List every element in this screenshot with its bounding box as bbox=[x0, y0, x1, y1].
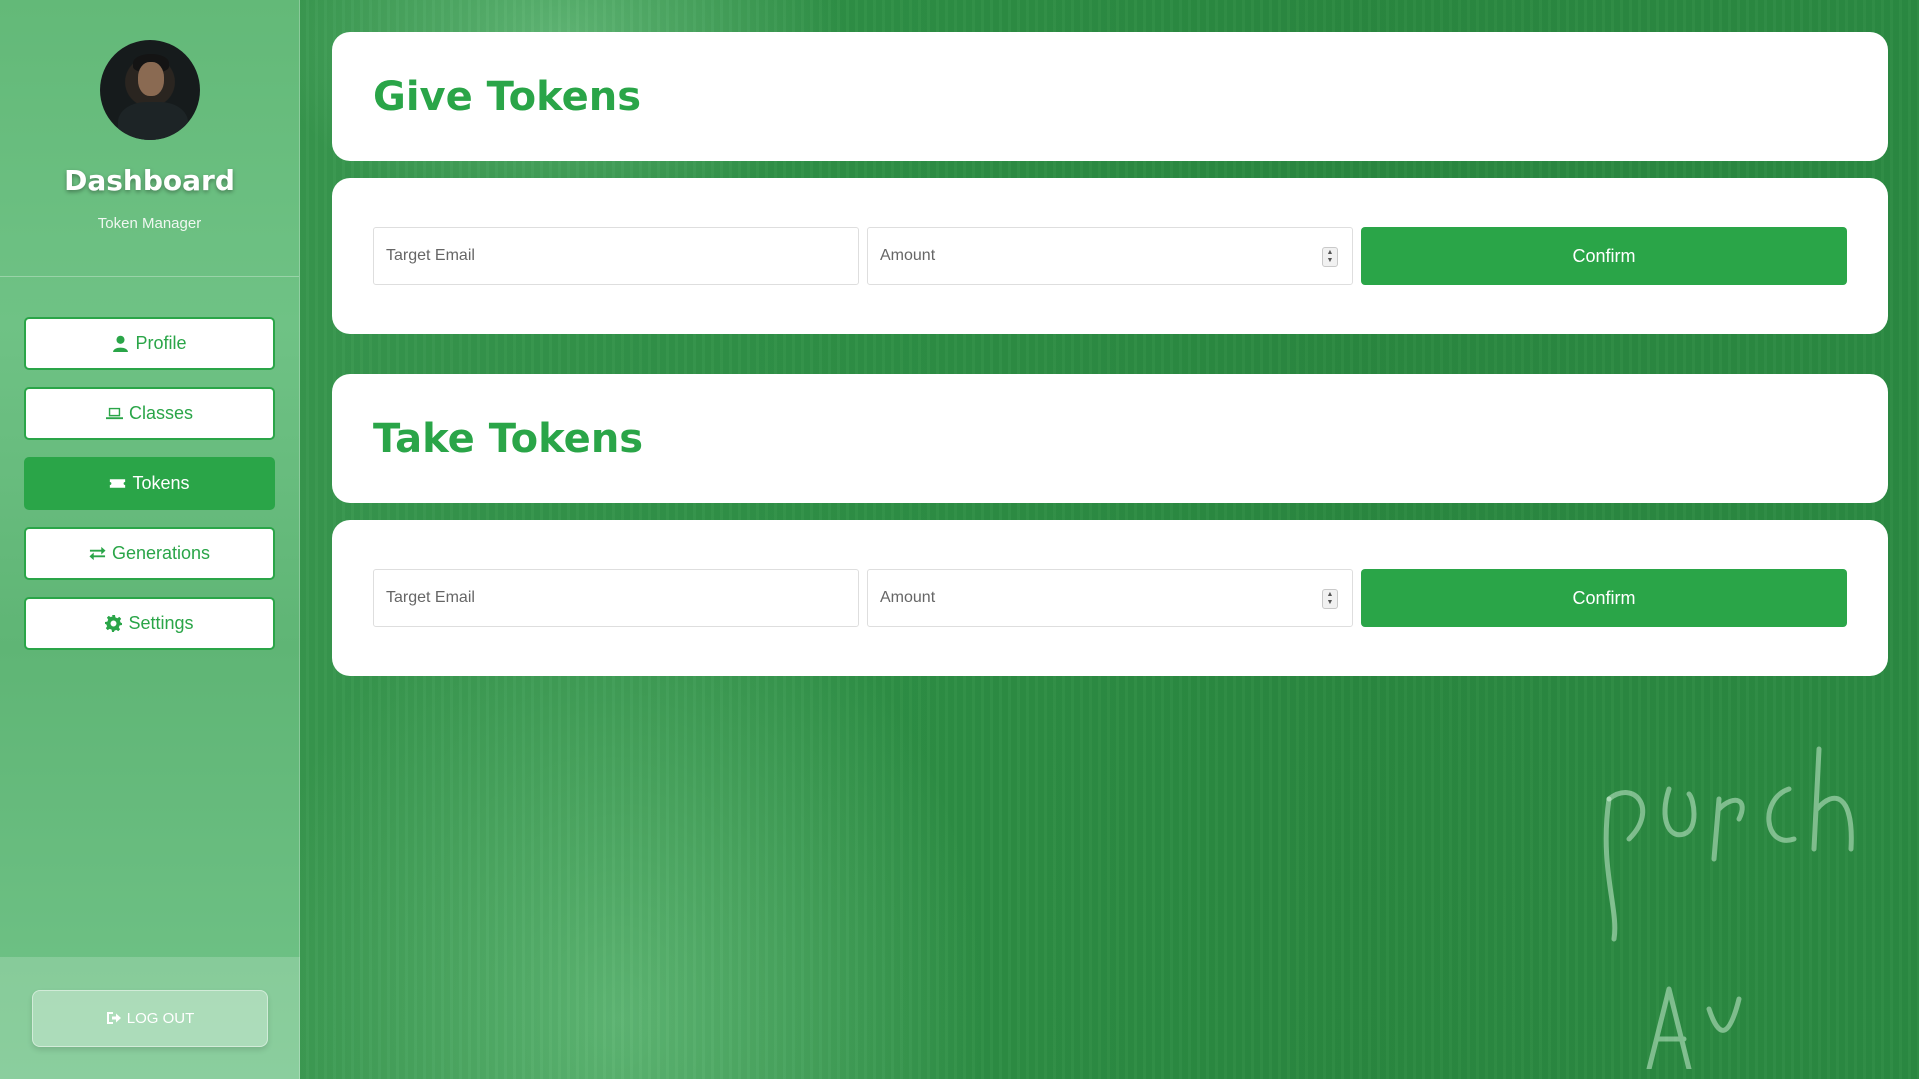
give-tokens-title: Give Tokens bbox=[373, 73, 642, 120]
chevron-down-icon: ▼ bbox=[1326, 257, 1334, 264]
chevron-down-icon: ▼ bbox=[1326, 599, 1334, 606]
give-tokens-form: Target Email Amount ▲ ▼ Confirm bbox=[332, 178, 1888, 334]
chalk-writing-decoration bbox=[1603, 746, 1854, 1069]
sidebar-item-tokens[interactable]: Tokens bbox=[24, 457, 275, 510]
sidebar-subtitle: Token Manager bbox=[97, 215, 202, 232]
exchange-icon bbox=[89, 546, 106, 561]
give-email-input[interactable]: Target Email bbox=[373, 227, 859, 285]
sidebar-nav: Profile Classes Tokens Generations Setti… bbox=[0, 277, 299, 650]
logout-label: LOG OUT bbox=[126, 1009, 195, 1027]
give-amount-input[interactable]: Amount ▲ ▼ bbox=[867, 227, 1353, 285]
sidebar-item-classes[interactable]: Classes bbox=[24, 387, 275, 440]
logout-button[interactable]: LOG OUT bbox=[32, 989, 268, 1047]
sign-out-icon bbox=[106, 1012, 121, 1024]
sidebar-footer: LOG OUT bbox=[0, 957, 300, 1079]
laptop-icon bbox=[105, 407, 123, 420]
sidebar-item-label: Settings bbox=[128, 613, 194, 633]
give-tokens-title-card: Give Tokens bbox=[332, 32, 1888, 161]
give-amount-placeholder: Amount bbox=[880, 247, 936, 264]
sidebar-item-settings[interactable]: Settings bbox=[24, 597, 275, 650]
user-icon bbox=[113, 335, 129, 352]
chevron-up-icon: ▲ bbox=[1326, 249, 1334, 256]
take-tokens-title: Take Tokens bbox=[373, 415, 644, 462]
sidebar-item-label: Classes bbox=[128, 403, 194, 423]
sidebar-item-generations[interactable]: Generations bbox=[24, 527, 275, 580]
chevron-up-icon: ▲ bbox=[1326, 591, 1334, 598]
sidebar-header: Dashboard Token Manager bbox=[0, 0, 299, 277]
take-amount-input[interactable]: Amount ▲ ▼ bbox=[867, 569, 1353, 627]
give-confirm-label: Confirm bbox=[1572, 245, 1636, 266]
take-email-placeholder: Target Email bbox=[386, 589, 475, 606]
sidebar-title: Dashboard bbox=[64, 164, 235, 197]
take-email-input[interactable]: Target Email bbox=[373, 569, 859, 627]
sidebar-item-label: Tokens bbox=[132, 473, 190, 493]
amount-stepper[interactable]: ▲ ▼ bbox=[1322, 589, 1338, 609]
give-email-placeholder: Target Email bbox=[386, 247, 475, 264]
sidebar-item-label: Generations bbox=[111, 543, 211, 563]
amount-stepper[interactable]: ▲ ▼ bbox=[1322, 247, 1338, 267]
ticket-icon bbox=[110, 479, 126, 488]
sidebar-item-profile[interactable]: Profile bbox=[24, 317, 275, 370]
sidebar-item-label: Profile bbox=[135, 333, 187, 353]
take-tokens-form: Target Email Amount ▲ ▼ Confirm bbox=[332, 520, 1888, 676]
avatar bbox=[99, 40, 200, 140]
take-amount-placeholder: Amount bbox=[880, 589, 936, 606]
take-confirm-button[interactable]: Confirm bbox=[1361, 569, 1847, 627]
gear-icon bbox=[105, 615, 123, 632]
take-confirm-label: Confirm bbox=[1572, 587, 1636, 608]
take-tokens-title-card: Take Tokens bbox=[332, 374, 1888, 503]
give-confirm-button[interactable]: Confirm bbox=[1361, 227, 1847, 285]
sidebar: Dashboard Token Manager Profile Classes … bbox=[0, 0, 300, 1079]
